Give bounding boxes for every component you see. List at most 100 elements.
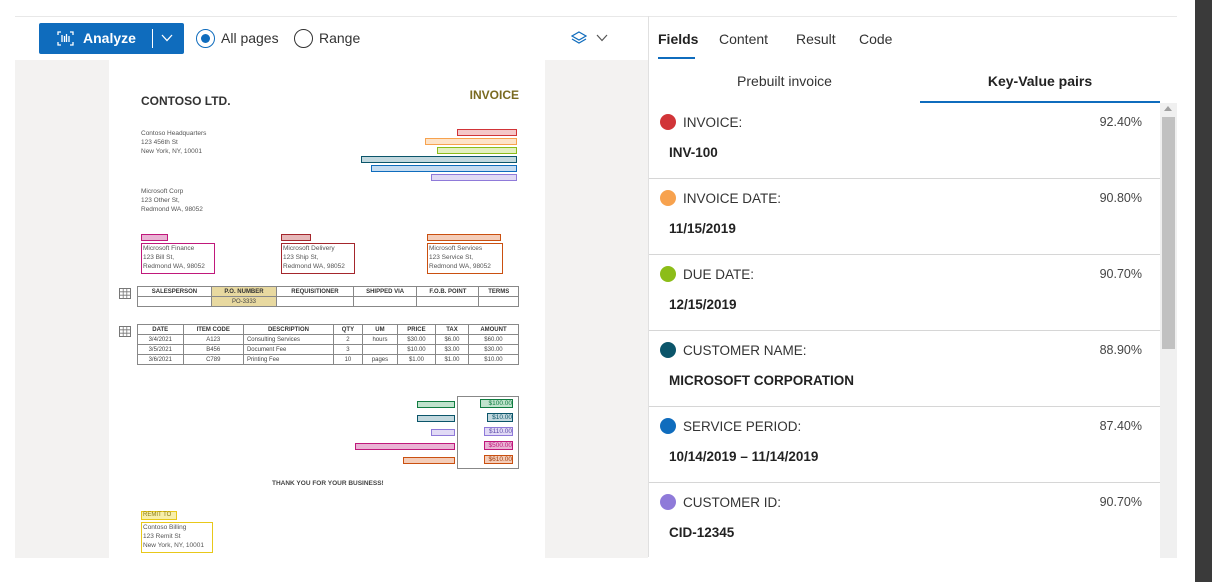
due-date-highlight[interactable] xyxy=(437,147,517,154)
invoice-title: INVOICE xyxy=(469,88,519,102)
field-list-scrollbar[interactable] xyxy=(1160,103,1177,558)
radio-range[interactable] xyxy=(294,29,313,48)
table-row: SALESPERSON P.O. NUMBER REQUISITIONER SH… xyxy=(137,286,519,297)
customer-line: Redmond WA, 98052 xyxy=(141,206,203,213)
field-key: DUE DATE: xyxy=(683,267,755,282)
layers-chevron-down-icon[interactable] xyxy=(595,32,609,44)
subtab-bar: Prebuilt invoice Key-Value pairs xyxy=(649,61,1177,103)
invoice-date-highlight[interactable] xyxy=(425,138,517,145)
field-item-invoice-date[interactable]: INVOICE DATE: 90.80% 11/15/2019 xyxy=(649,179,1160,255)
radio-all-pages-label[interactable]: All pages xyxy=(221,30,279,46)
field-value: CID-12345 xyxy=(669,525,735,540)
field-value: 11/15/2019 xyxy=(669,221,736,236)
radio-all-pages[interactable] xyxy=(196,29,215,48)
ship-to-line: Redmond WA, 98052 xyxy=(283,263,345,270)
ship-to-label-highlight[interactable] xyxy=(281,234,311,241)
subtotal-label-highlight[interactable] xyxy=(417,401,455,408)
analyze-button[interactable]: Analyze xyxy=(39,23,184,54)
table-cell xyxy=(361,344,398,355)
table-icon[interactable] xyxy=(119,288,131,299)
customer-name-highlight[interactable] xyxy=(361,156,517,163)
table-cell: $30.00 xyxy=(396,334,436,345)
thanks-text: THANK YOU FOR YOUR BUSINESS! xyxy=(272,480,384,487)
table-cell xyxy=(137,296,212,307)
tab-content[interactable]: Content xyxy=(719,31,768,47)
table-header-cell: TERMS xyxy=(478,286,519,297)
remit-line: New York, NY, 10001 xyxy=(143,542,204,549)
table-cell: $1.00 xyxy=(396,354,436,365)
table-header-cell: ITEM CODE xyxy=(182,324,244,335)
field-item-customer-id[interactable]: CUSTOMER ID: 90.70% CID-12345 xyxy=(649,483,1160,558)
field-key: INVOICE DATE: xyxy=(683,191,782,206)
field-item-service-period[interactable]: SERVICE PERIOD: 87.40% 10/14/2019 – 11/1… xyxy=(649,407,1160,483)
scroll-thumb[interactable] xyxy=(1162,117,1175,349)
field-confidence: 87.40% xyxy=(1099,419,1142,433)
table-cell: $6.00 xyxy=(434,334,469,345)
subtab-prebuilt-invoice[interactable]: Prebuilt invoice xyxy=(649,73,920,89)
table-cell: $10.00 xyxy=(467,354,520,365)
tax-value[interactable]: $10.00 xyxy=(487,413,513,422)
total-value[interactable]: $110.00 xyxy=(484,427,513,436)
scroll-up-arrow-icon[interactable] xyxy=(1164,106,1172,111)
service-address-box[interactable]: Microsoft Services 123 Service St, Redmo… xyxy=(427,243,503,274)
amount-due-label-highlight[interactable] xyxy=(403,457,455,464)
field-value: MICROSOFT CORPORATION xyxy=(669,373,854,388)
layers-icon[interactable] xyxy=(571,30,587,46)
remit-line: 123 Remit St xyxy=(143,533,181,540)
table-cell: $60.00 xyxy=(467,334,520,345)
field-value: 12/15/2019 xyxy=(669,297,737,312)
field-confidence: 90.80% xyxy=(1099,191,1142,205)
table-header-cell: AMOUNT xyxy=(467,324,520,335)
tab-code[interactable]: Code xyxy=(859,31,892,47)
table-header-cell: P.O. NUMBER xyxy=(210,286,278,297)
field-item-invoice[interactable]: INVOICE: 92.40% INV-100 xyxy=(649,103,1160,179)
tax-label-highlight[interactable] xyxy=(417,415,455,422)
field-key: INVOICE: xyxy=(683,115,743,130)
subtotal-value[interactable]: $100.00 xyxy=(480,399,513,408)
previous-balance-label-highlight[interactable] xyxy=(355,443,455,450)
table-cell: 3/6/2021 xyxy=(137,354,184,365)
amount-due-value[interactable]: $610.00 xyxy=(484,455,513,464)
invoice-id-highlight[interactable] xyxy=(457,129,517,136)
table-header-cell: DATE xyxy=(137,324,184,335)
table-cell: Printing Fee xyxy=(242,354,334,365)
table-cell: $30.00 xyxy=(467,344,520,355)
bill-to-box[interactable]: Microsoft Finance 123 Bill St, Redmond W… xyxy=(141,243,215,274)
customer-id-highlight[interactable] xyxy=(431,174,517,181)
remit-to-box[interactable]: Contoso Billing 123 Remit St New York, N… xyxy=(141,522,213,553)
field-item-due-date[interactable]: DUE DATE: 90.70% 12/15/2019 xyxy=(649,255,1160,331)
table-cell: 3/5/2021 xyxy=(137,344,184,355)
field-value: 10/14/2019 – 11/14/2019 xyxy=(669,449,819,464)
bill-to-label-highlight[interactable] xyxy=(141,234,168,241)
field-list: INVOICE: 92.40% INV-100 INVOICE DATE: 90… xyxy=(649,103,1160,558)
ship-to-line: 123 Ship St, xyxy=(283,254,319,261)
tab-result[interactable]: Result xyxy=(796,31,836,47)
service-period-highlight[interactable] xyxy=(371,165,517,172)
hq-line: 123 456th St xyxy=(141,139,178,146)
table-header-cell: PRICE xyxy=(396,324,436,335)
remit-to-label[interactable]: REMIT TO xyxy=(141,511,177,520)
radio-range-label[interactable]: Range xyxy=(319,30,360,46)
field-key: SERVICE PERIOD: xyxy=(683,419,802,434)
previous-balance-value[interactable]: $500.00 xyxy=(484,441,513,450)
analyze-label: Analyze xyxy=(83,30,136,46)
total-label-highlight[interactable] xyxy=(431,429,455,436)
chevron-down-icon[interactable] xyxy=(160,32,174,44)
bill-to-line: Microsoft Finance xyxy=(143,245,195,252)
service-line: 123 Service St, xyxy=(429,254,474,261)
analyze-icon xyxy=(57,31,74,46)
table-icon[interactable] xyxy=(119,326,131,337)
remit-line: Contoso Billing xyxy=(143,524,187,531)
field-confidence: 90.70% xyxy=(1099,267,1142,281)
table-cell xyxy=(352,296,418,307)
table-cell: $1.00 xyxy=(434,354,469,365)
field-item-customer-name[interactable]: CUSTOMER NAME: 88.90% MICROSOFT CORPORAT… xyxy=(649,331,1160,407)
field-key: CUSTOMER ID: xyxy=(683,495,782,510)
window-edge xyxy=(1195,0,1212,582)
tab-fields[interactable]: Fields xyxy=(658,31,698,47)
service-address-label-highlight[interactable] xyxy=(427,234,501,241)
subtab-key-value-pairs[interactable]: Key-Value pairs xyxy=(920,73,1160,89)
ship-to-box[interactable]: Microsoft Delivery 123 Ship St, Redmond … xyxy=(281,243,355,274)
bill-to-line: 123 Bill St, xyxy=(143,254,175,261)
field-confidence: 92.40% xyxy=(1099,115,1142,129)
